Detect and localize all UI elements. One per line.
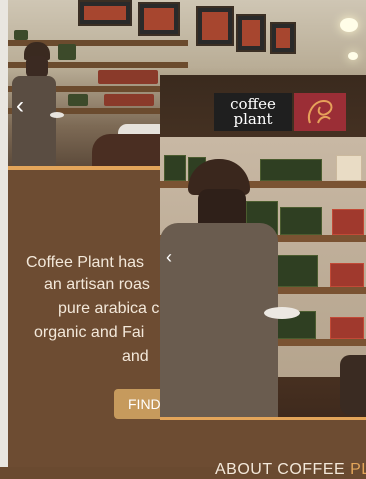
front-hero-photo: coffee plant ‹ (160, 75, 366, 417)
counter (340, 355, 366, 415)
wall-frame (196, 6, 234, 46)
product-jar (58, 44, 76, 60)
about-body-line: organic and Fai (34, 324, 145, 341)
product-jar (98, 70, 158, 84)
about-body-line: an artisan roas (44, 276, 150, 293)
wall-frame (236, 14, 266, 52)
ceiling-lamp (348, 52, 358, 60)
panel-accent-line (160, 417, 366, 420)
about-body-line: and (122, 348, 149, 365)
about-heading: ABOUT COFFEE PL (215, 461, 366, 479)
product-jar (104, 94, 154, 106)
product-jar (68, 94, 88, 106)
about-heading-main: ABOUT COFFEE (215, 461, 351, 478)
front-screen-card: coffee plant ‹ (160, 75, 366, 467)
prev-slide-arrow-icon[interactable]: ‹ (16, 92, 24, 120)
product-box (332, 209, 364, 235)
ceiling-lamp (340, 18, 358, 32)
wall-frame (138, 2, 180, 36)
about-panel (160, 417, 366, 467)
product-jar (14, 30, 28, 40)
wall-frame (78, 0, 132, 26)
product-jar (280, 207, 322, 235)
about-heading-accent: PL (350, 461, 366, 478)
logo-wordmark: coffee plant (214, 93, 292, 131)
product-box (330, 263, 364, 287)
product-box (330, 317, 364, 339)
logo-emblem-icon (294, 93, 346, 131)
customer-figure (160, 159, 300, 417)
product-box (336, 155, 362, 181)
coffee-plant-logo[interactable]: coffee plant (214, 93, 346, 131)
wall-frame (270, 22, 296, 54)
logo-text-line: plant (233, 110, 273, 128)
about-body-line: pure arabica c (58, 300, 160, 317)
about-body-line: Coffee Plant has (26, 254, 145, 271)
prev-slide-arrow-icon[interactable]: ‹ (166, 247, 172, 268)
